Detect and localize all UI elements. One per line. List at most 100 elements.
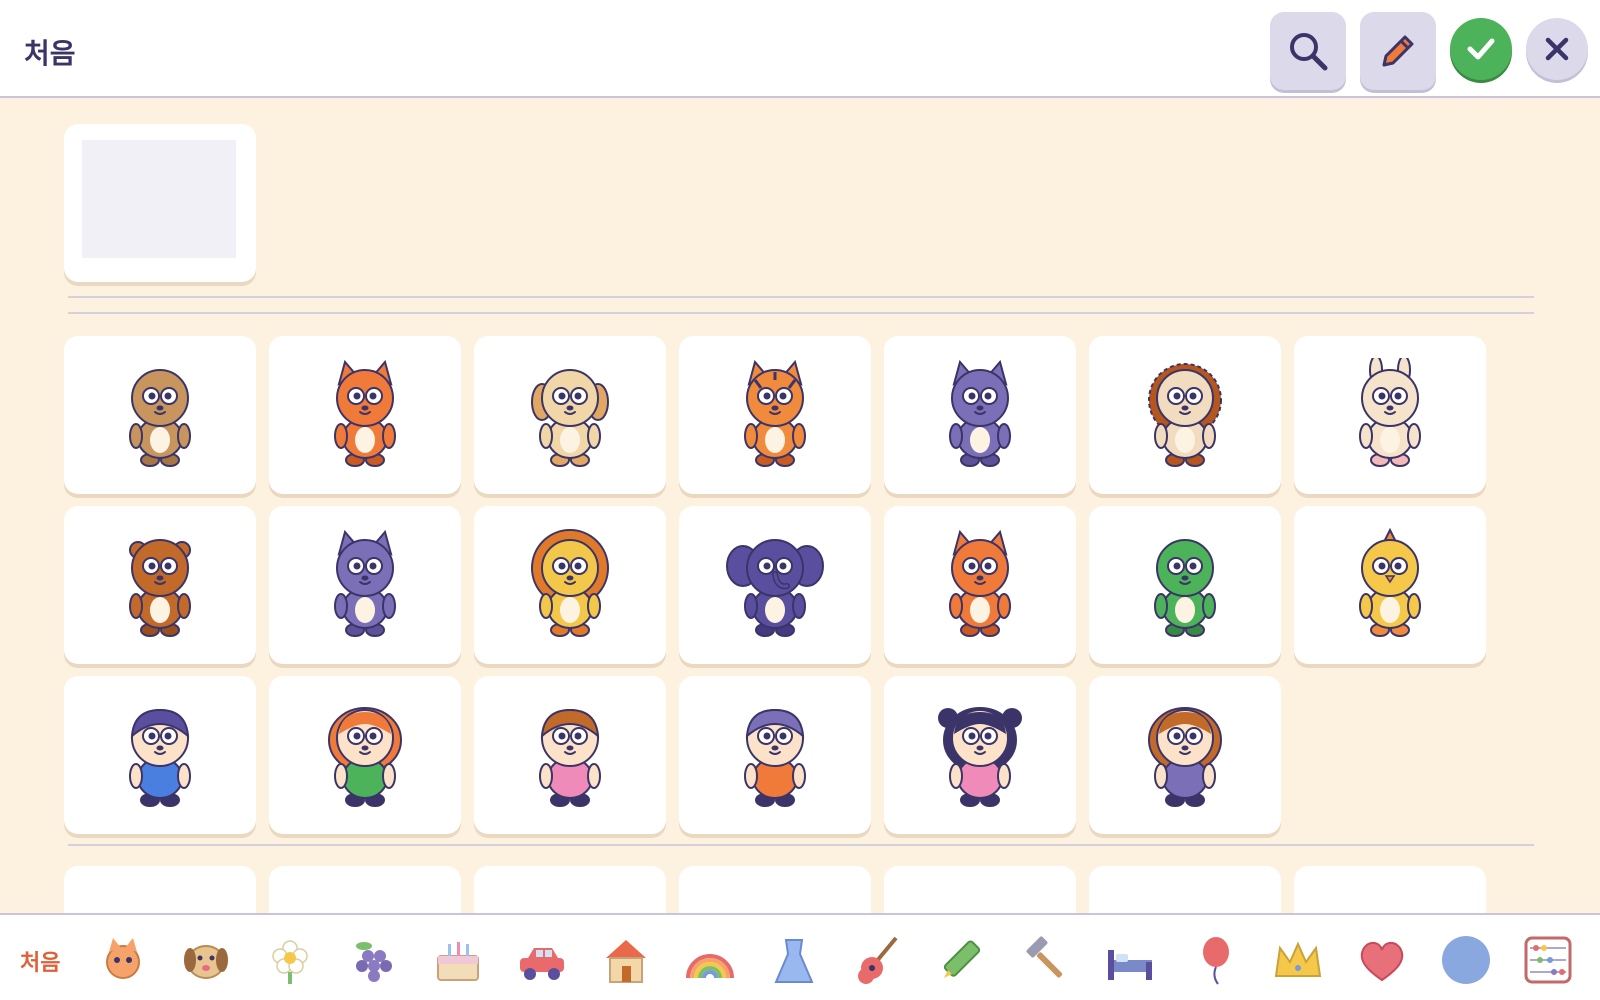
character-card-girl-purple[interactable] [1089, 676, 1281, 834]
character-card-fox[interactable] [269, 336, 461, 494]
hammer-icon [1026, 936, 1063, 978]
brown-bear-character-icon [129, 539, 191, 637]
red-fox-character-icon [949, 529, 1011, 637]
category-heart[interactable] [1354, 933, 1410, 987]
kid-orange-character-icon [744, 708, 806, 807]
close-icon [1545, 37, 1569, 61]
guitar-icon [858, 936, 898, 984]
close-button[interactable] [1526, 18, 1588, 80]
next-section-card[interactable] [1294, 866, 1486, 913]
search-icon [1290, 33, 1328, 71]
empty-slot [82, 140, 236, 258]
crown-icon [1274, 941, 1322, 977]
chick-character-icon [1359, 528, 1421, 637]
character-card-frog[interactable] [1089, 506, 1281, 664]
divider [68, 296, 1534, 298]
flower-icon [272, 940, 308, 984]
category-bar: 처음 [0, 913, 1600, 1000]
check-icon [1467, 38, 1495, 60]
character-card-brown-bear[interactable] [64, 506, 256, 664]
character-card-red-fox[interactable] [884, 506, 1076, 664]
boy-blue-character-icon [129, 708, 191, 807]
dress-icon [774, 939, 814, 983]
category-bed[interactable] [1102, 933, 1158, 987]
wolf-character-icon [334, 529, 396, 637]
page-title: 처음 [24, 37, 76, 70]
category-fox[interactable] [95, 933, 151, 987]
frog-character-icon [1154, 539, 1216, 637]
category-balloon[interactable] [1186, 933, 1242, 987]
character-card-wolf[interactable] [269, 506, 461, 664]
car-icon [520, 948, 564, 980]
house-icon [606, 940, 646, 983]
fox-character-icon [334, 359, 396, 467]
content-area [0, 100, 1600, 913]
category-rainbow[interactable] [682, 933, 738, 987]
next-section-card[interactable] [269, 866, 461, 913]
search-button[interactable] [1270, 12, 1346, 90]
abacus-icon [1524, 936, 1572, 984]
dog-character-icon [531, 369, 609, 467]
girl-pigtails-character-icon [938, 707, 1022, 807]
next-section-card[interactable] [679, 866, 871, 913]
category-hammer[interactable] [1018, 933, 1074, 987]
top-bar: 처음 [0, 0, 1600, 98]
elephant-character-icon [726, 539, 824, 637]
tiger-character-icon [744, 359, 806, 467]
heart-icon [1360, 942, 1404, 982]
edit-button[interactable] [1360, 12, 1436, 90]
cat-character-icon [949, 359, 1011, 467]
category-grapes[interactable] [346, 933, 402, 987]
character-card-chick[interactable] [1294, 506, 1486, 664]
character-card-tiger[interactable] [679, 336, 871, 494]
next-section-card[interactable] [1089, 866, 1281, 913]
category-crown[interactable] [1270, 933, 1326, 987]
recent-slot-card[interactable] [64, 124, 256, 282]
character-card-cat[interactable] [884, 336, 1076, 494]
girl-purple-character-icon [1148, 707, 1222, 807]
girl-pink-character-icon [539, 708, 601, 807]
divider [68, 312, 1534, 314]
character-card-elephant[interactable] [679, 506, 871, 664]
hedgehog-character-icon [1148, 363, 1222, 467]
character-card-hedgehog[interactable] [1089, 336, 1281, 494]
category-cake[interactable] [430, 933, 486, 987]
rainbow-icon [686, 954, 734, 979]
category-guitar[interactable] [850, 933, 906, 987]
category-circle[interactable] [1438, 933, 1494, 987]
character-card-rabbit[interactable] [1294, 336, 1486, 494]
category-abacus[interactable] [1520, 933, 1576, 987]
cake-icon [437, 942, 479, 981]
divider [68, 844, 1534, 846]
rabbit-character-icon [1359, 358, 1421, 467]
character-card-girl-pink[interactable] [474, 676, 666, 834]
girl-green-character-icon [328, 707, 402, 807]
bear-character-icon [129, 369, 191, 467]
character-card-lion[interactable] [474, 506, 666, 664]
category-crayon[interactable] [934, 933, 990, 987]
category-flower[interactable] [262, 933, 318, 987]
circle-icon [1442, 936, 1490, 984]
fox-icon [106, 938, 140, 979]
grapes-icon [356, 942, 392, 982]
bed-icon [1108, 950, 1152, 980]
pencil-icon [1382, 35, 1414, 67]
category-car[interactable] [514, 933, 570, 987]
category-house[interactable] [598, 933, 654, 987]
character-card-boy-blue[interactable] [64, 676, 256, 834]
character-card-kid-orange[interactable] [679, 676, 871, 834]
category-first[interactable]: 처음 [20, 945, 60, 977]
next-section-card[interactable] [64, 866, 256, 913]
next-section-card[interactable] [884, 866, 1076, 913]
balloon-icon [1203, 937, 1229, 985]
next-section-card[interactable] [474, 866, 666, 913]
confirm-button[interactable] [1450, 18, 1512, 80]
category-dog[interactable] [178, 933, 234, 987]
character-card-dog[interactable] [474, 336, 666, 494]
character-card-girl-pigtails[interactable] [884, 676, 1076, 834]
dog-icon [184, 945, 228, 979]
lion-character-icon [531, 529, 609, 637]
character-card-girl-green[interactable] [269, 676, 461, 834]
category-dress[interactable] [766, 933, 822, 987]
character-card-bear[interactable] [64, 336, 256, 494]
